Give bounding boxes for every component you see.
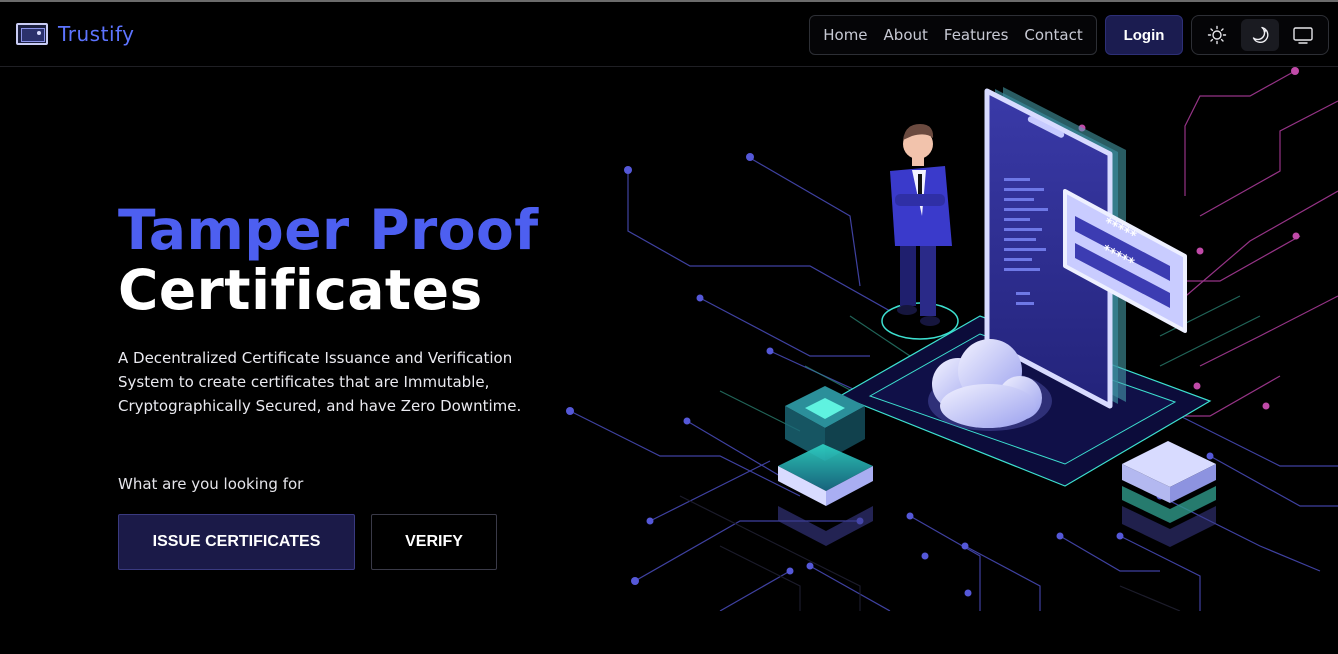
hero-illustration: ***** ***** xyxy=(566,67,1338,611)
theme-switcher xyxy=(1191,15,1329,55)
certificate-card-icon xyxy=(16,23,48,45)
nav-contact[interactable]: Contact xyxy=(1024,26,1082,44)
main-nav: Home About Features Contact xyxy=(809,15,1097,55)
theme-system-button[interactable] xyxy=(1284,19,1322,51)
login-button[interactable]: Login xyxy=(1105,15,1183,55)
hero-title-line1: Tamper Proof xyxy=(118,198,539,262)
issue-certificates-button[interactable]: ISSUE CERTIFICATES xyxy=(118,514,355,570)
hero-description: A Decentralized Certificate Issuance and… xyxy=(118,349,522,415)
hero-title-line2: Certificates xyxy=(118,258,483,322)
businessman-figure xyxy=(881,124,959,340)
nav-features[interactable]: Features xyxy=(944,26,1009,44)
theme-dark-button[interactable] xyxy=(1240,19,1279,51)
hero-prompt: What are you looking for xyxy=(118,475,304,493)
monitor-icon xyxy=(1293,27,1314,44)
verify-button[interactable]: VERIFY xyxy=(371,514,497,570)
sun-icon xyxy=(1207,25,1226,45)
nav-home[interactable]: Home xyxy=(823,26,867,44)
brand[interactable]: Trustify xyxy=(16,22,135,46)
data-block-left xyxy=(778,386,873,546)
moon-icon xyxy=(1252,26,1269,43)
data-block-right xyxy=(1122,441,1216,547)
brand-name: Trustify xyxy=(58,22,135,46)
nav-about[interactable]: About xyxy=(884,26,928,44)
site-header: Trustify Home About Features Contact Log… xyxy=(0,2,1338,67)
theme-light-button[interactable] xyxy=(1198,19,1236,51)
